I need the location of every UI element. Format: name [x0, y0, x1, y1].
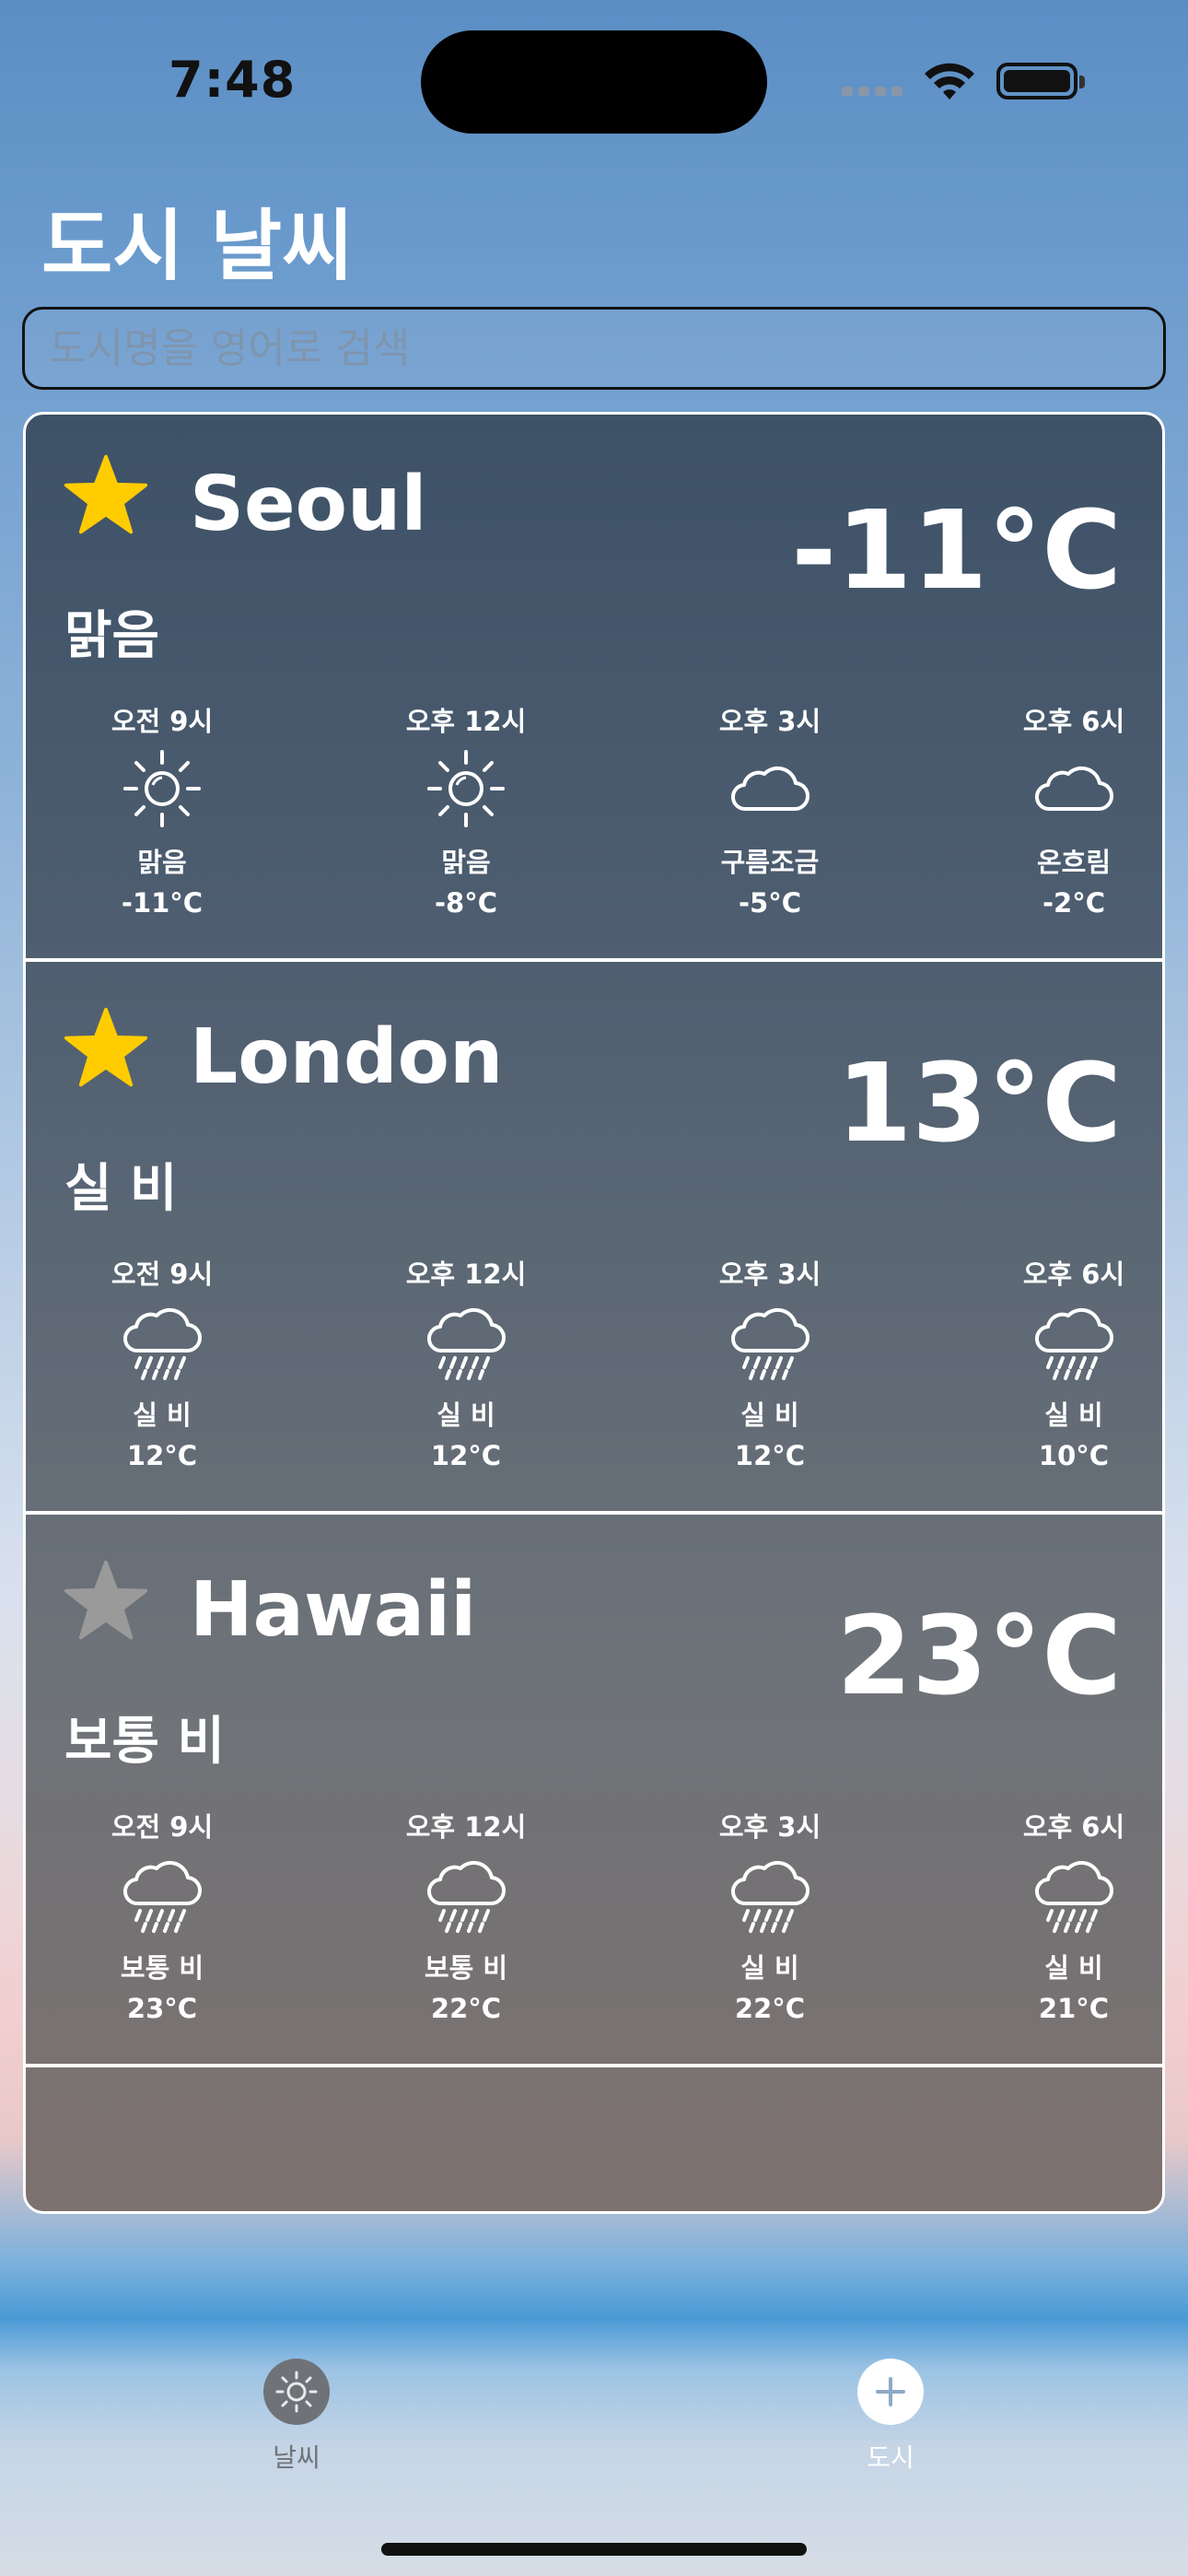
hourly-item: 오후 3시실 비 12°C — [659, 1253, 880, 1474]
hour-temperature: -2°C — [1042, 887, 1105, 919]
hour-label: 오후 6시 — [1022, 706, 1125, 737]
cloud-icon — [659, 737, 880, 840]
rain-icon — [659, 1290, 880, 1393]
hour-temperature: 22°C — [734, 1993, 806, 2024]
rain-icon — [52, 1843, 273, 1946]
hour-temperature: 12°C — [734, 1440, 806, 1471]
home-indicator — [381, 2543, 807, 2556]
hourly-item: 오후 3시구름조금 -5°C — [659, 700, 880, 921]
hour-label: 오후 3시 — [718, 1259, 821, 1290]
city-name: Seoul — [190, 461, 427, 548]
status-time: 7:48 — [169, 51, 297, 109]
tab-bar: 날씨 도시 — [0, 2359, 1188, 2497]
hour-condition: 보통 비 — [424, 1952, 508, 1984]
rain-icon — [355, 1290, 577, 1393]
hour-condition: 실 비 — [1044, 1399, 1103, 1431]
hour-label: 오후 3시 — [718, 706, 821, 737]
hour-condition: 실 비 — [437, 1399, 495, 1431]
hour-temperature: 23°C — [126, 1993, 198, 2024]
current-temperature: 13°C — [836, 1039, 1122, 1166]
battery-icon — [996, 63, 1085, 100]
current-condition: 맑음 — [64, 606, 160, 666]
rain-icon — [52, 1290, 273, 1393]
hour-temperature: 10°C — [1038, 1440, 1110, 1471]
sun-icon — [52, 737, 273, 840]
rain-icon — [963, 1843, 1162, 1946]
hourly-item: 오후 6시온흐림 -2°C — [963, 700, 1162, 921]
hour-label: 오후 3시 — [718, 1811, 821, 1843]
hourly-forecast: 오전 9시 보통 비 23°C 오후 12시 보통 비 22°C 오후 3시 실 비 22°C 오… — [26, 1806, 1162, 2036]
hour-label: 오전 9시 — [111, 1259, 214, 1290]
hour-temperature: -8°C — [435, 887, 497, 919]
hour-temperature: 12°C — [430, 1440, 502, 1471]
hour-temperature: 22°C — [430, 1993, 502, 2024]
sun-icon — [263, 2359, 330, 2425]
search-box[interactable] — [22, 307, 1166, 390]
hour-condition: 실 비 — [1044, 1952, 1103, 1984]
current-condition: 실 비 — [64, 1159, 178, 1219]
rain-icon — [355, 1843, 577, 1946]
city-card[interactable]: Seoul -11°C 맑음 오전 9시 맑음 -11°C 오후 12시 맑음 -8°C 오후 3… — [26, 415, 1162, 962]
favorite-star-icon[interactable] — [63, 451, 149, 538]
cloud-icon — [963, 737, 1162, 840]
tab-cities-label: 도시 — [867, 2442, 914, 2473]
hourly-item: 오전 9시맑음 -11°C — [52, 700, 273, 921]
hour-temperature: -11°C — [121, 887, 204, 919]
current-temperature: -11°C — [791, 486, 1122, 614]
hour-condition: 맑음 — [137, 847, 187, 878]
hour-condition: 실 비 — [133, 1399, 192, 1431]
hourly-item: 오후 6시실 비 10°C — [963, 1253, 1162, 1474]
hourly-item: 오전 9시보통 비 23°C — [52, 1806, 273, 2027]
hour-condition: 보통 비 — [120, 1952, 204, 1984]
hourly-item: 오후 12시맑음 -8°C — [355, 700, 577, 921]
hourly-forecast: 오전 9시 맑음 -11°C 오후 12시 맑음 -8°C 오후 3시 구름조금 -5°C 오후 … — [26, 700, 1162, 931]
current-temperature: 23°C — [836, 1592, 1122, 1719]
search-input[interactable] — [25, 310, 1163, 387]
hour-label: 오전 9시 — [111, 706, 214, 737]
hourly-item: 오후 12시보통 비 22°C — [355, 1806, 577, 2027]
hour-condition: 실 비 — [740, 1399, 799, 1431]
hourly-item: 오후 12시실 비 12°C — [355, 1253, 577, 1474]
city-name: Hawaii — [190, 1566, 477, 1654]
city-card[interactable]: London 13°C 실 비 오전 9시 실 비 12°C 오후 12시 실 비 12°C 오후… — [26, 967, 1162, 1515]
status-bar: 7:48 — [0, 0, 1188, 157]
sun-icon — [355, 737, 577, 840]
hour-condition: 맑음 — [441, 847, 491, 878]
hourly-forecast: 오전 9시 실 비 12°C 오후 12시 실 비 12°C 오후 3시 실 비 12°C 오후 … — [26, 1253, 1162, 1483]
hour-temperature: 21°C — [1038, 1993, 1110, 2024]
hourly-item: 오전 9시실 비 12°C — [52, 1253, 273, 1474]
dynamic-island — [421, 30, 767, 134]
tab-cities[interactable]: 도시 — [798, 2359, 983, 2475]
hour-label: 오전 9시 — [111, 1811, 214, 1843]
hour-temperature: 12°C — [126, 1440, 198, 1471]
hour-condition: 실 비 — [740, 1952, 799, 1984]
wifi-icon — [925, 63, 974, 100]
page-title: 도시 날씨 — [41, 201, 354, 291]
rain-icon — [963, 1290, 1162, 1393]
hour-label: 오후 12시 — [405, 1811, 527, 1843]
hour-temperature: -5°C — [739, 887, 801, 919]
tab-weather[interactable]: 날씨 — [204, 2359, 389, 2475]
current-condition: 보통 비 — [64, 1712, 226, 1772]
hour-condition: 온흐림 — [1036, 847, 1112, 878]
hour-condition: 구름조금 — [720, 847, 820, 878]
city-list[interactable]: Seoul -11°C 맑음 오전 9시 맑음 -11°C 오후 12시 맑음 -8°C 오후 3… — [23, 412, 1165, 2214]
hour-label: 오후 6시 — [1022, 1259, 1125, 1290]
hour-label: 오후 12시 — [405, 706, 527, 737]
rain-icon — [659, 1843, 880, 1946]
city-name: London — [190, 1013, 504, 1101]
favorite-star-icon[interactable] — [63, 1557, 149, 1644]
hour-label: 오후 6시 — [1022, 1811, 1125, 1843]
hour-label: 오후 12시 — [405, 1259, 527, 1290]
tab-weather-label: 날씨 — [273, 2442, 320, 2473]
hourly-item: 오후 6시실 비 21°C — [963, 1806, 1162, 2027]
hourly-item: 오후 3시실 비 22°C — [659, 1806, 880, 2027]
plus-icon — [857, 2359, 924, 2425]
cellular-signal-icon — [842, 87, 903, 96]
favorite-star-icon[interactable] — [63, 1004, 149, 1091]
city-card[interactable]: Hawaii 23°C 보통 비 오전 9시 보통 비 23°C 오후 12시 보통 비 22°… — [26, 1520, 1162, 2067]
